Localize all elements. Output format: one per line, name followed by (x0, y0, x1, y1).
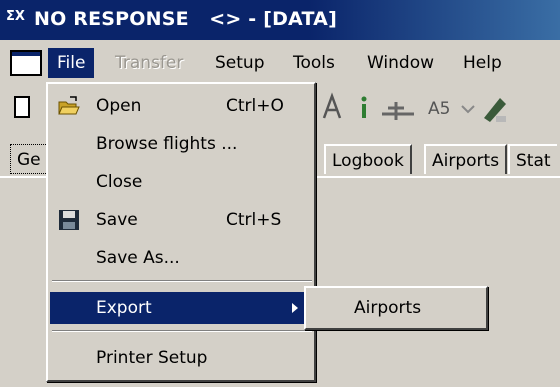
tab-logbook[interactable]: Logbook (324, 144, 412, 174)
file-menu: Open Ctrl+O Browse flights ... Close Sav… (46, 82, 316, 382)
app-logo-icon: ΣX (6, 9, 25, 24)
menu-item-open[interactable]: Open Ctrl+O (50, 90, 314, 122)
menu-separator (52, 280, 312, 282)
menu-item-label: Save (96, 210, 138, 230)
menu-item-label: Save As... (96, 248, 180, 268)
menu-help[interactable]: Help (454, 48, 511, 78)
window-title: NO RESPONSE <> - [DATA] (34, 8, 337, 30)
menu-item-label: Browse flights ... (96, 134, 238, 154)
submenu-arrow-icon (292, 303, 298, 313)
menu-item-label: Airports (354, 298, 422, 318)
menu-item-shortcut: Ctrl+O (226, 96, 284, 116)
open-folder-icon (58, 96, 80, 115)
new-document-icon[interactable] (14, 96, 30, 118)
menu-item-printer-setup[interactable]: Printer Setup (50, 342, 314, 374)
menu-item-save-as[interactable]: Save As... (50, 242, 314, 274)
menu-item-label: Close (96, 172, 143, 192)
chevron-down-icon[interactable] (461, 105, 475, 114)
tab-airports[interactable]: Airports (424, 144, 508, 174)
info-icon[interactable] (361, 96, 367, 119)
export-submenu: Airports (304, 286, 488, 330)
menu-item-save[interactable]: Save Ctrl+S (50, 204, 314, 236)
submenu-item-airports[interactable]: Airports (308, 292, 484, 324)
menu-item-browse-flights[interactable]: Browse flights ... (50, 128, 314, 160)
compass-icon[interactable] (322, 92, 342, 119)
menu-tools[interactable]: Tools (284, 48, 344, 78)
svg-text:ΣX: ΣX (6, 9, 25, 24)
mdi-document-icon[interactable] (10, 50, 42, 76)
floppy-disk-icon (59, 210, 79, 230)
menu-window[interactable]: Window (358, 48, 443, 78)
menu-setup[interactable]: Setup (206, 48, 273, 78)
title-bar: ΣX NO RESPONSE <> - [DATA] (0, 0, 560, 40)
tab-statistics[interactable]: Stat (508, 144, 557, 174)
menu-separator (52, 330, 312, 332)
menu-file[interactable]: File (48, 48, 95, 78)
menu-item-label: Open (96, 96, 142, 116)
menu-transfer[interactable]: Transfer (106, 48, 192, 78)
toolbar-icons: A5 (322, 92, 506, 122)
menu-item-label: Export (96, 298, 152, 318)
menu-item-close[interactable]: Close (50, 166, 314, 198)
aircraft-icon[interactable] (382, 102, 414, 120)
menu-item-export[interactable]: Export (50, 292, 314, 324)
size-label[interactable]: A5 (428, 99, 450, 119)
menu-item-shortcut: Ctrl+S (226, 210, 282, 230)
edit-pen-icon[interactable] (484, 98, 506, 122)
menu-item-label: Printer Setup (96, 348, 208, 368)
